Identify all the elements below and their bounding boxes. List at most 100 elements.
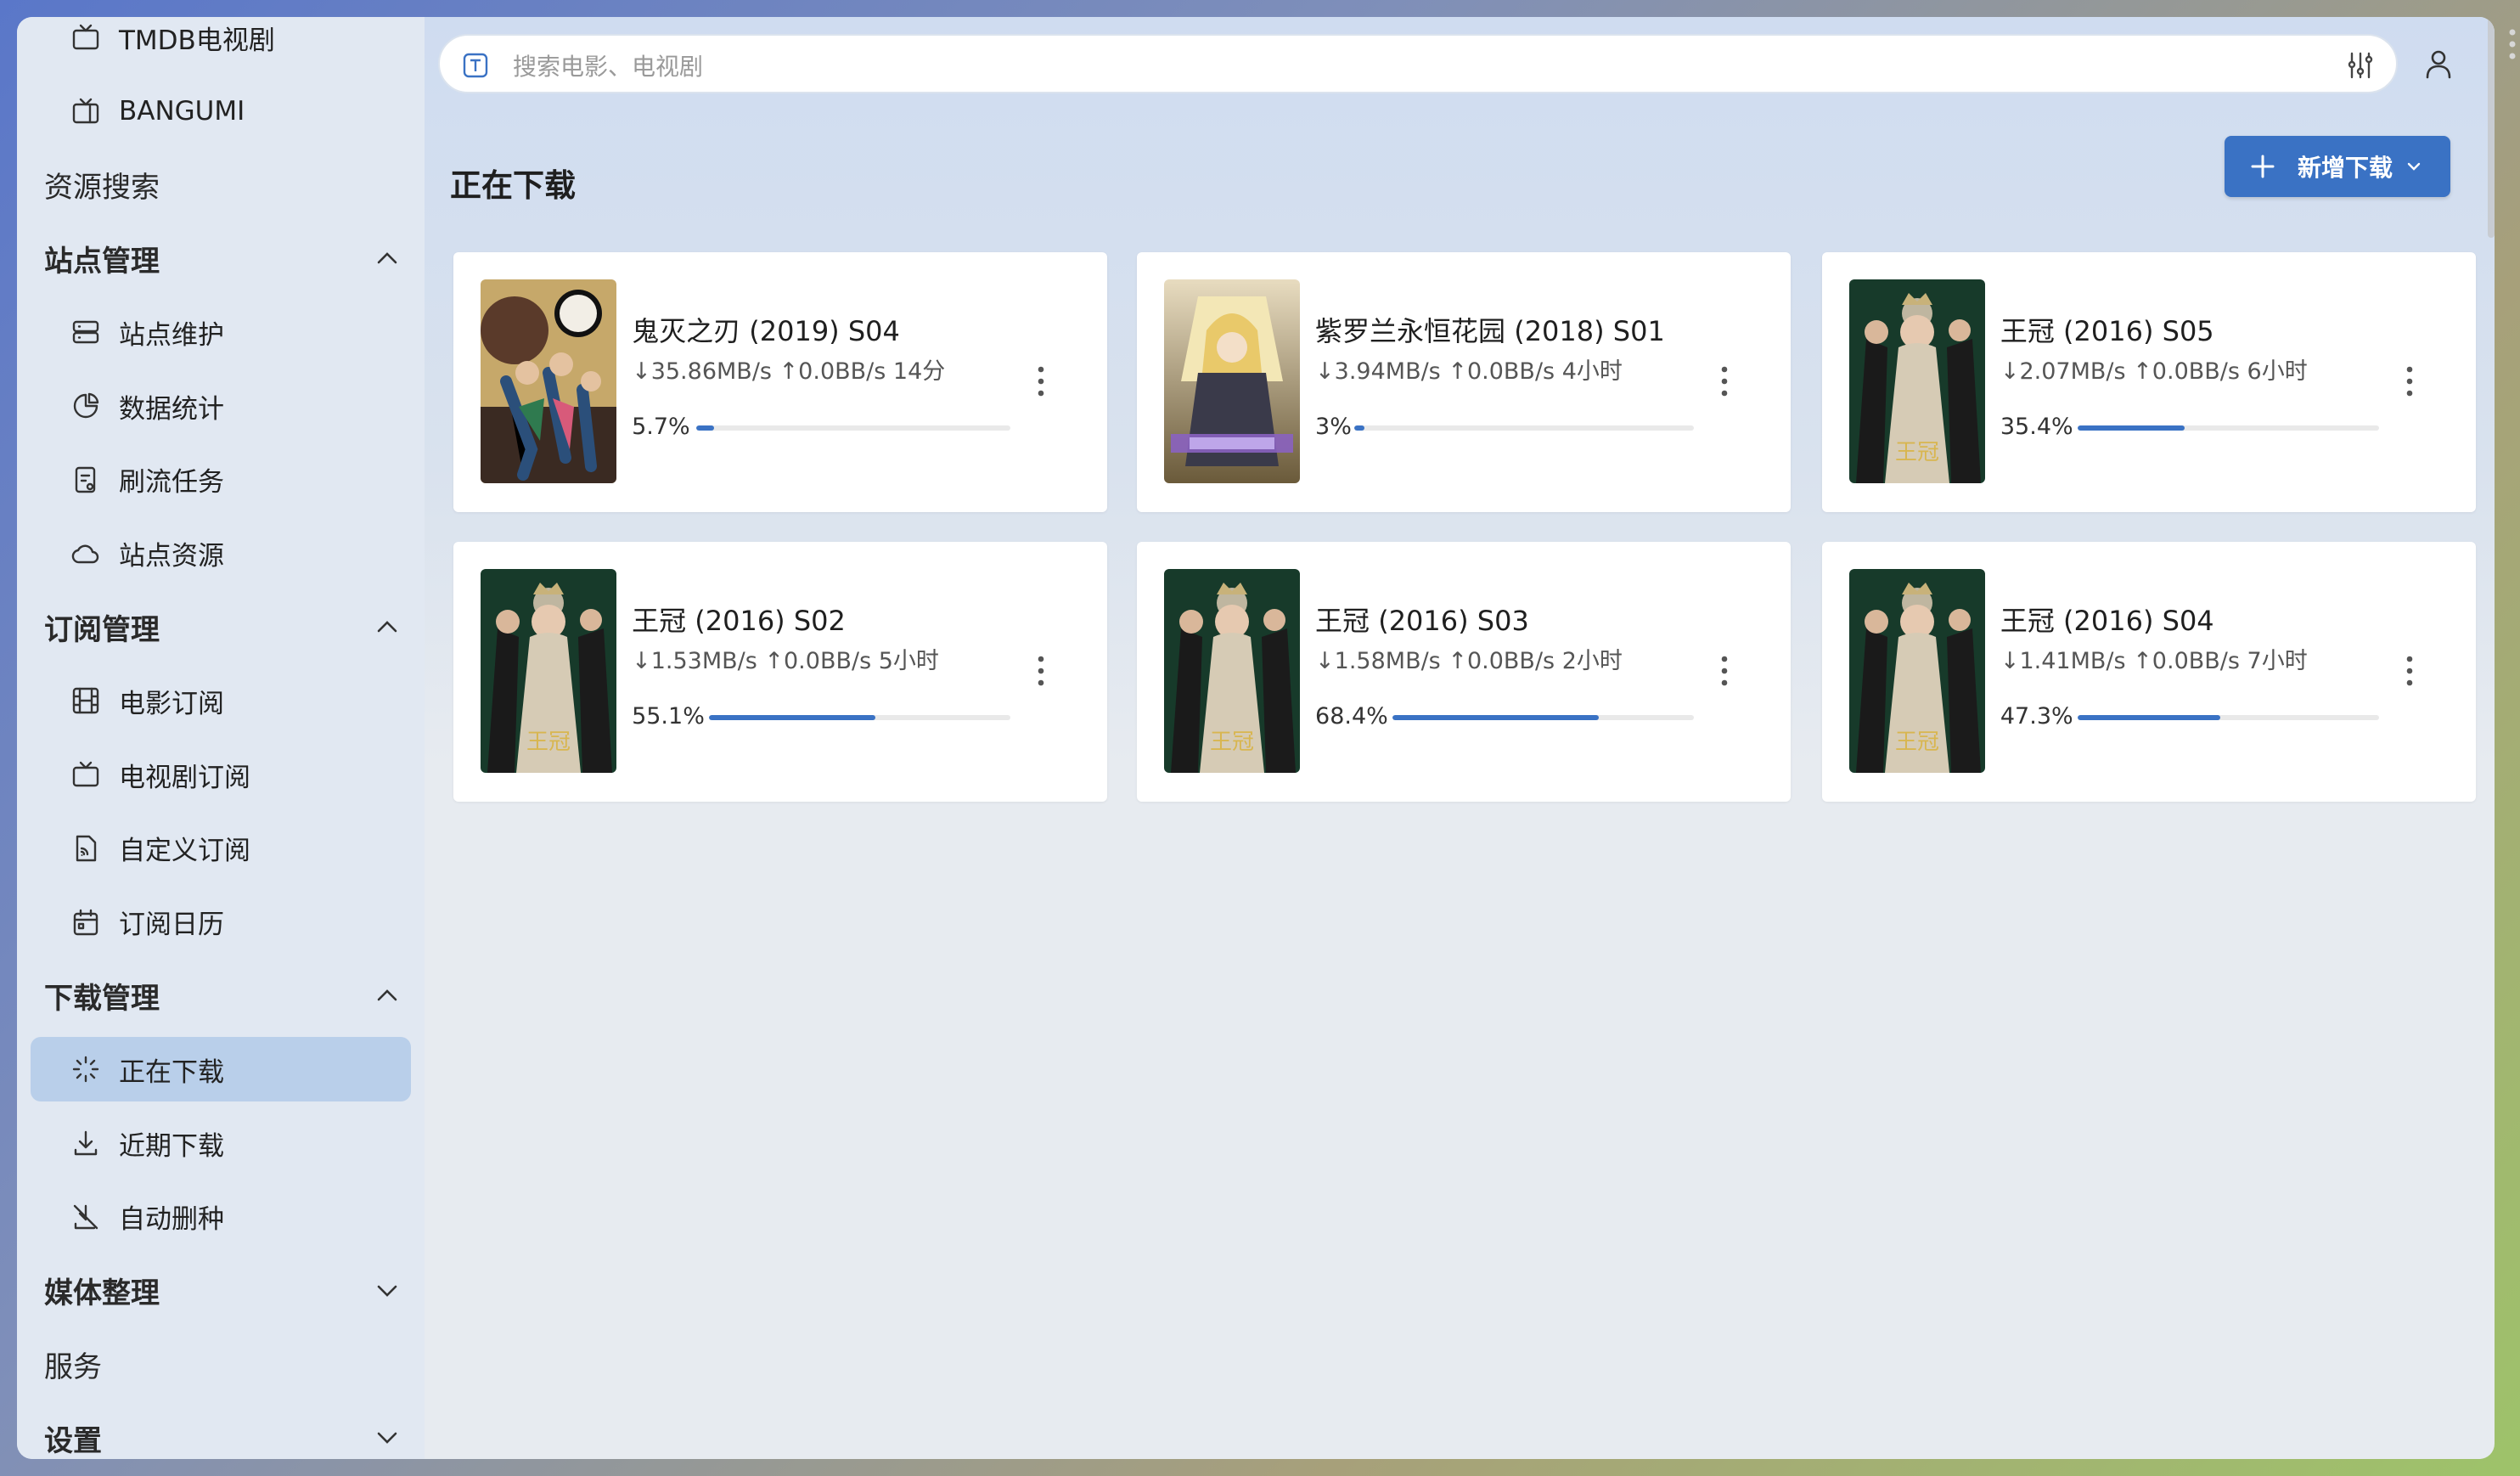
download-speed: ↓3.94MB/s ↑0.0BB/s 4小时 [1315,358,1623,385]
sidebar-item-1[interactable]: BANGUMI [31,79,411,144]
progress-bar-fill [1354,425,1365,431]
calendar-icon [73,909,98,935]
sidebar-item-0[interactable]: TMDB电视剧 [31,17,411,70]
progress-bar [2077,714,2379,720]
download-card[interactable]: 王冠 王冠 (2016) S03 ↓1.58MB/s ↑0.0BB/s 2小时 68… [1137,541,1792,802]
download-title: 王冠 (2016) S05 [2000,314,2214,347]
download-card[interactable]: 王冠 王冠 (2016) S04 ↓1.41MB/s ↑0.0BB/s 7小时 47… [1821,541,2476,802]
download-speed: ↓1.58MB/s ↑0.0BB/s 2小时 [1315,647,1623,674]
scrollbar[interactable] [2488,17,2495,238]
download-title: 王冠 (2016) S02 [632,604,846,637]
sidebar-item-7[interactable]: 站点资源 [31,521,411,586]
app-window: TMDB电视剧 BANGUMI 资源搜索站点管理站点维护数据统计刷流任务站点资源订阅… [17,17,2495,1459]
more-vertical-icon[interactable] [1714,363,1735,400]
chevron-up-icon[interactable] [374,245,401,272]
tv-icon [72,761,99,787]
sidebar-item-9[interactable]: 电影订阅 [31,668,411,733]
more-vertical-icon[interactable] [1714,652,1735,690]
sidebar-item-16[interactable]: 自动删种 [31,1185,411,1249]
sidebar-item-label: 订阅日历 [119,910,224,941]
loader-icon [72,1056,99,1083]
progress-percent: 5.7% [632,413,690,440]
sidebar-item-label: 服务 [44,1349,102,1384]
sidebar-item-10[interactable]: 电视剧订阅 [31,742,411,807]
sidebar-item-11[interactable]: 自定义订阅 [31,816,411,881]
sidebar-item-8[interactable]: 订阅管理 [31,594,411,659]
sidebar-item-18[interactable]: 服务 [31,1332,411,1396]
progress-percent: 55.1% [632,702,705,730]
poster-image: 王冠 [1164,568,1301,773]
download-icon [74,1130,98,1156]
sidebar-item-label: 下载管理 [44,981,160,1016]
progress-bar-fill [1392,714,1599,720]
sidebar-item-4[interactable]: 站点维护 [31,300,411,364]
progress-bar-fill [2077,714,2220,720]
filter-sliders-icon[interactable] [2345,50,2376,81]
poster-title-text: 王冠 [1895,730,1939,755]
progress-percent: 68.4% [1315,702,1388,730]
sidebar-item-2[interactable]: 资源搜索 [31,153,411,217]
sidebar-item-label: 数据统计 [119,393,224,425]
sidebar-item-19[interactable]: 设置 [31,1406,411,1459]
sidebar-item-label: 站点管理 [44,244,160,279]
sidebar-item-3[interactable]: 站点管理 [31,226,411,290]
sidebar-item-label: 正在下载 [119,1056,224,1088]
progress-bar [1354,425,1695,431]
progress-bar [1392,714,1695,720]
download-off-icon [73,1204,98,1229]
window-menu-dots-icon[interactable] [2505,25,2520,76]
chevron-up-icon[interactable] [374,613,401,640]
poster-image [1164,279,1301,483]
more-vertical-icon[interactable] [1031,652,1051,690]
text-search-icon [463,53,488,78]
download-card[interactable]: 紫罗兰永恒花园 (2018) S01 ↓3.94MB/s ↑0.0BB/s 4小时… [1137,251,1792,512]
progress-percent: 35.4% [2000,413,2073,440]
chevron-down-icon[interactable] [374,1277,401,1304]
sidebar-item-label: 电视剧订阅 [119,762,250,793]
download-card[interactable]: 鬼灭之刃 (2019) S04 ↓35.86MB/s ↑0.0BB/s 14分 5.… [453,251,1108,512]
search-bar[interactable] [438,34,2398,93]
download-speed: ↓35.86MB/s ↑0.0BB/s 14分 [632,358,946,385]
sidebar-item-label: 电影订阅 [119,688,224,719]
sidebar-item-label: BANGUMI [119,95,245,127]
download-title: 王冠 (2016) S03 [1315,604,1529,637]
sidebar-item-label: 媒体整理 [44,1276,160,1311]
cloud-icon [71,544,99,563]
sidebar-item-6[interactable]: 刷流任务 [31,448,411,512]
sidebar-item-17[interactable]: 媒体整理 [31,1259,411,1323]
main-content: 正在下载 新增下载 鬼灭之刃 (2019) S04 ↓35.86MB/s ↑0.0… [425,17,2495,1459]
poster-image [481,279,617,483]
chevron-down-icon[interactable] [374,1424,401,1451]
sidebar-item-label: TMDB电视剧 [119,25,275,56]
user-icon[interactable] [2422,47,2455,81]
download-title: 王冠 (2016) S04 [2000,604,2214,637]
poster-title-text: 王冠 [526,730,571,755]
chevron-down-icon [2407,162,2421,171]
download-card[interactable]: 王冠 王冠 (2016) S02 ↓1.53MB/s ↑0.0BB/s 5小时 55… [453,541,1108,802]
sidebar-item-label: 近期下载 [119,1130,224,1162]
more-vertical-icon[interactable] [2399,652,2420,690]
progress-bar-fill [2077,425,2185,431]
task-icon [75,466,96,493]
rss-file-icon [76,835,97,861]
sidebar-item-label: 自动删种 [119,1204,224,1236]
sidebar-item-label: 站点维护 [119,319,224,351]
poster-image: 王冠 [1848,279,1985,483]
sidebar-item-12[interactable]: 订阅日历 [31,890,411,955]
sidebar-item-label: 资源搜索 [44,171,160,206]
search-input[interactable] [511,44,2298,88]
sidebar-item-14[interactable]: 正在下载 [31,1037,411,1102]
more-vertical-icon[interactable] [2399,363,2420,400]
more-vertical-icon[interactable] [1031,363,1051,400]
sidebar-item-15[interactable]: 近期下载 [31,1111,411,1175]
sidebar-item-5[interactable]: 数据统计 [31,374,411,438]
chevron-up-icon[interactable] [374,982,401,1009]
download-title: 紫罗兰永恒花园 (2018) S01 [1315,314,1665,347]
sidebar-item-label: 自定义订阅 [119,836,250,867]
poster-image: 王冠 [1848,568,1985,773]
download-card[interactable]: 王冠 王冠 (2016) S05 ↓2.07MB/s ↑0.0BB/s 6小时 35… [1821,251,2476,512]
sidebar-item-13[interactable]: 下载管理 [31,963,411,1028]
add-download-button[interactable]: 新增下载 [2225,136,2450,197]
sidebar-item-label: 设置 [44,1423,102,1458]
sidebar: TMDB电视剧 BANGUMI 资源搜索站点管理站点维护数据统计刷流任务站点资源订阅… [17,17,425,1459]
